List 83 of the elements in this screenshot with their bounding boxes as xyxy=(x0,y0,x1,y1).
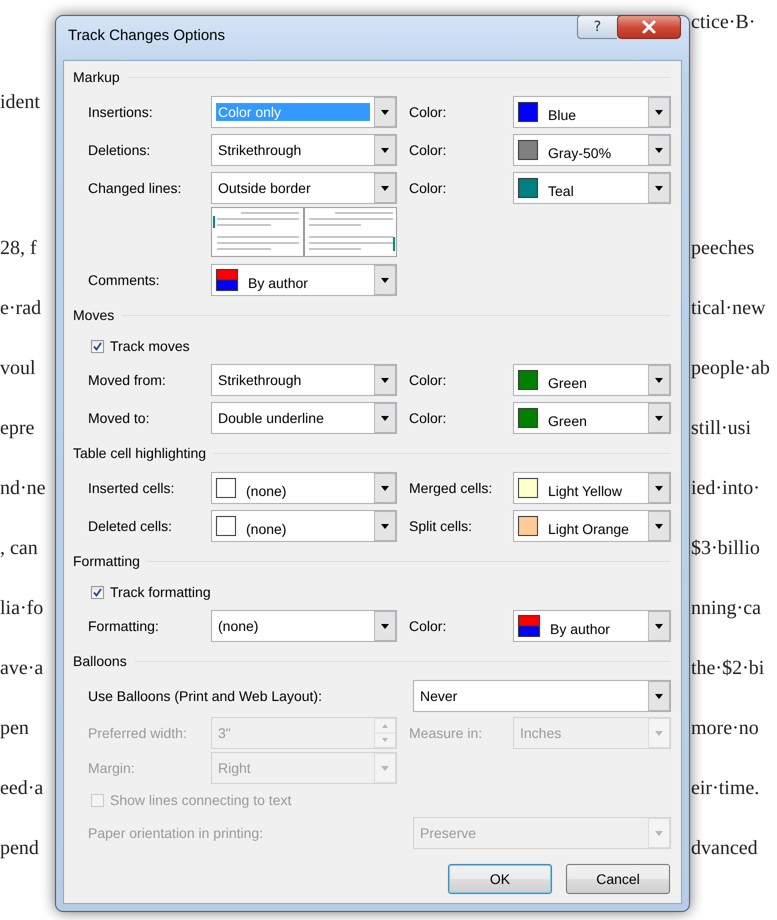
field-label: Preferred width: xyxy=(88,724,187,740)
checkbox[interactable] xyxy=(91,340,104,352)
empty-swatch xyxy=(216,478,236,498)
split-swatch-icon xyxy=(518,615,540,637)
field-label: Merged cells: xyxy=(409,480,492,496)
field-label: Deletions: xyxy=(88,142,150,158)
document-text: nning·ca xyxy=(691,596,761,618)
document-text: ied·into· xyxy=(691,476,760,498)
document-text: more·no xyxy=(691,716,759,738)
section-title: Table cell highlighting xyxy=(73,445,206,461)
document-text: ctice·B· xyxy=(691,10,756,32)
section-title: Balloons xyxy=(73,653,127,669)
document-text: 28, f xyxy=(0,236,37,258)
dropdown[interactable]: Never xyxy=(413,680,671,712)
dropdown[interactable]: (none) xyxy=(211,510,397,542)
document-text: voul xyxy=(0,356,36,378)
field-label: Changed lines: xyxy=(88,180,182,196)
field-label: Comments: xyxy=(88,272,160,288)
field-label: Use Balloons (Print and Web Layout): xyxy=(88,688,322,704)
checkbox-label: Track moves xyxy=(110,338,190,354)
field-label: Color: xyxy=(409,142,446,158)
dropdown[interactable]: (none) xyxy=(211,610,397,642)
dropdown[interactable]: (none) xyxy=(211,472,397,504)
document-text: e·rad xyxy=(0,296,42,318)
field-label: Deleted cells: xyxy=(88,518,172,534)
field-label: Color: xyxy=(409,104,446,120)
spin-arrows-icon xyxy=(374,718,396,748)
document-text: nd·ne xyxy=(0,476,46,498)
empty-swatch xyxy=(216,516,236,536)
document-text: still·usi xyxy=(691,416,752,438)
document-text: pen xyxy=(0,716,29,738)
document-text: eir·time. xyxy=(691,776,760,798)
document-text: pend xyxy=(0,836,39,858)
field-label: Color: xyxy=(409,372,446,388)
field-label: Inserted cells: xyxy=(88,480,174,496)
dropdown[interactable]: Teal xyxy=(513,172,671,204)
section-title: Moves xyxy=(73,307,114,323)
dropdown[interactable]: Gray-50% xyxy=(513,134,671,166)
document-text: , can xyxy=(0,536,38,558)
dropdown[interactable]: Blue xyxy=(513,96,671,128)
section-title: Markup xyxy=(73,69,120,85)
close-icon[interactable] xyxy=(617,15,681,39)
dropdown[interactable]: Outside border xyxy=(211,172,397,204)
dropdown[interactable]: Strikethrough xyxy=(211,134,397,166)
split-swatch-icon xyxy=(216,269,238,291)
document-text: the·$2·bi xyxy=(691,656,764,678)
field-label: Color: xyxy=(409,618,446,634)
dropdown[interactable]: Double underline xyxy=(211,402,397,434)
field-label: Formatting: xyxy=(88,618,159,634)
field-label: Margin: xyxy=(88,760,135,776)
dropdown[interactable]: Light Orange xyxy=(513,510,671,542)
section-title: Formatting xyxy=(73,553,140,569)
dialog-button[interactable]: OK xyxy=(448,864,552,894)
field-label: Color: xyxy=(409,410,446,426)
document-text: dvanced xyxy=(691,836,758,858)
document-text: eed·a xyxy=(0,776,44,798)
document-text: tical·new xyxy=(691,296,766,318)
document-text: peeches xyxy=(691,236,754,258)
dropdown[interactable]: Green xyxy=(513,402,671,434)
document-text: people·ab xyxy=(691,356,770,378)
dropdown[interactable]: Green xyxy=(513,364,671,396)
dropdown[interactable]: Strikethrough xyxy=(211,364,397,396)
field-label: Paper orientation in printing: xyxy=(88,824,264,840)
dropdown[interactable]: By author xyxy=(513,610,671,642)
window-title: Track Changes Options xyxy=(68,27,226,44)
document-text: epre xyxy=(0,416,34,438)
field-label: Moved to: xyxy=(88,410,150,426)
checkbox[interactable] xyxy=(91,586,104,598)
field-label: Color: xyxy=(409,180,446,196)
document-text: ave·a xyxy=(0,656,44,678)
dialog-button[interactable]: Cancel xyxy=(566,864,670,894)
field-label: Split cells: xyxy=(409,518,472,534)
dropdown[interactable]: Light Yellow xyxy=(513,472,671,504)
dropdown[interactable]: By author xyxy=(211,264,397,296)
field-label: Measure in: xyxy=(409,724,482,740)
checkbox-label: Track formatting xyxy=(110,584,211,600)
field-label: Moved from: xyxy=(88,372,166,388)
document-text: ident xyxy=(0,90,40,112)
document-text: lia·fo xyxy=(0,596,44,618)
help-button[interactable]: ? xyxy=(577,15,617,39)
checkbox-label: Show lines connecting to text xyxy=(110,792,292,808)
document-text: $3·billio xyxy=(691,536,760,558)
field-label: Insertions: xyxy=(88,104,153,120)
